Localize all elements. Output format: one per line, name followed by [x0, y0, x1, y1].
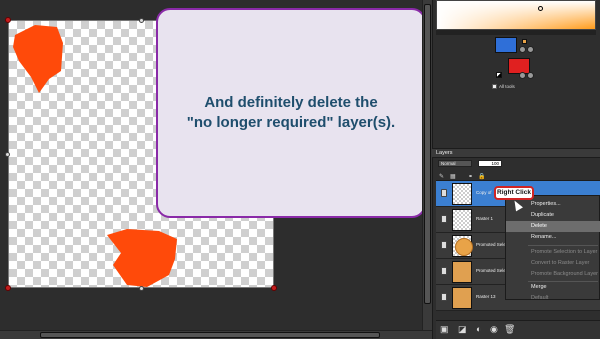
- layer-name: Raster 13: [476, 294, 496, 299]
- background-color-swatch[interactable]: [508, 58, 530, 74]
- horizontal-scrollbar[interactable]: [0, 330, 432, 339]
- blend-controls: Normal 100: [438, 160, 598, 168]
- layer-name: Raster 1: [476, 216, 494, 221]
- menu-item-label: Promote Selection to Layer: [531, 249, 598, 255]
- pattern-toggle-icon[interactable]: [527, 72, 534, 79]
- menu-item-label: Convert to Raster Layer: [531, 260, 590, 266]
- menu-item-label: Duplicate: [531, 212, 554, 218]
- menu-item-delete[interactable]: Delete: [506, 221, 600, 232]
- menu-item-label: Rename...: [531, 234, 557, 240]
- menu-item-duplicate[interactable]: Duplicate: [506, 210, 600, 221]
- visibility-eye-icon[interactable]: [441, 293, 447, 301]
- vertical-scrollbar[interactable]: [422, 0, 432, 330]
- visibility-eye-icon[interactable]: [441, 215, 447, 223]
- context-menu: Properties... Duplicate Delete Rename...…: [505, 195, 600, 301]
- layer-tools-bar: ✎ ▦ ⚭ 🔒: [436, 172, 600, 181]
- callout-text: And definitely delete the "no longer req…: [186, 94, 396, 131]
- texture-toggle-icon[interactable]: [519, 46, 526, 53]
- layer-thumbnail: [452, 235, 473, 257]
- layer-thumbnail: [452, 209, 472, 231]
- color-picker-bar[interactable]: [436, 30, 596, 35]
- resize-handle-bottom-right[interactable]: [271, 285, 277, 291]
- visibility-toggle-icon[interactable]: ◉: [490, 324, 498, 335]
- canvas-workspace[interactable]: And definitely delete the "no longer req…: [0, 0, 432, 339]
- menu-item-label: Merge: [531, 284, 547, 290]
- adjustment-layer-icon[interactable]: ◐: [476, 324, 481, 334]
- layers-bottom-toolbar: ▣ ◪ ◐ ◉ 🗑: [436, 320, 600, 339]
- menu-item-convert-raster: Convert to Raster Layer: [506, 258, 600, 269]
- resize-handle-bottom-left[interactable]: [5, 285, 11, 291]
- visibility-eye-icon[interactable]: [441, 267, 447, 275]
- menu-item-label: Properties...: [531, 201, 561, 207]
- layer-thumbnail: [452, 183, 472, 205]
- visibility-eye-icon[interactable]: [441, 241, 447, 249]
- transparent-toggle-icon[interactable]: [519, 72, 526, 79]
- delete-layer-icon[interactable]: 🗑: [504, 324, 515, 335]
- menu-item-promote-selection: Promote Selection to Layer: [506, 247, 600, 258]
- tooltip-text: Right Click: [497, 189, 531, 196]
- lock-transparency-icon[interactable]: ▦: [450, 173, 456, 180]
- menu-item-label: Promote Background Layer: [531, 271, 598, 277]
- menu-item-label: Delete: [531, 223, 547, 229]
- menu-separator: [528, 245, 598, 246]
- menu-item-rename[interactable]: Rename...: [506, 232, 600, 243]
- gradient-toggle-icon[interactable]: [527, 46, 534, 53]
- right-click-tooltip: Right Click: [494, 186, 534, 200]
- color-picker[interactable]: [436, 0, 596, 30]
- blend-mode-select[interactable]: Normal: [438, 160, 472, 167]
- lock-icon[interactable]: 🔒: [478, 173, 485, 180]
- menu-item-label: Default: [531, 295, 549, 301]
- menu-item-promote-background: Promote Background Layer: [506, 269, 600, 280]
- resize-handle-bottom[interactable]: [139, 286, 144, 291]
- new-mask-icon[interactable]: ◪: [458, 324, 467, 335]
- layers-panel-title: Layers: [436, 150, 453, 156]
- visibility-eye-icon[interactable]: [441, 189, 447, 197]
- vertical-scroll-thumb[interactable]: [424, 4, 431, 304]
- resize-handle-left[interactable]: [5, 152, 10, 157]
- all-tools-check-icon[interactable]: [492, 84, 497, 90]
- layers-panel-header: Layers: [432, 148, 600, 158]
- layer-thumbnail: [452, 287, 472, 309]
- new-layer-icon[interactable]: ▣: [440, 324, 449, 335]
- link-icon[interactable]: ⚭: [468, 173, 473, 180]
- resize-handle-top[interactable]: [139, 18, 144, 23]
- default-colors-icon[interactable]: [522, 39, 527, 44]
- horizontal-scroll-thumb[interactable]: [40, 332, 380, 338]
- swap-colors-icon[interactable]: [496, 72, 502, 78]
- layer-name: Copy of: [476, 190, 492, 195]
- all-tools-checkbox[interactable]: All tools: [492, 84, 515, 90]
- layer-thumbnail: [452, 261, 472, 283]
- all-tools-label: All tools: [499, 84, 515, 89]
- menu-item-default: Default: [506, 293, 600, 304]
- brush-icon[interactable]: ✎: [439, 173, 444, 180]
- menu-item-merge[interactable]: Merge: [506, 282, 600, 293]
- resize-handle-top-left[interactable]: [5, 17, 11, 23]
- instruction-callout: And definitely delete the "no longer req…: [156, 8, 426, 218]
- opacity-input[interactable]: 100: [478, 160, 502, 167]
- color-picker-cursor: [538, 6, 543, 11]
- foreground-color-swatch[interactable]: [495, 37, 517, 53]
